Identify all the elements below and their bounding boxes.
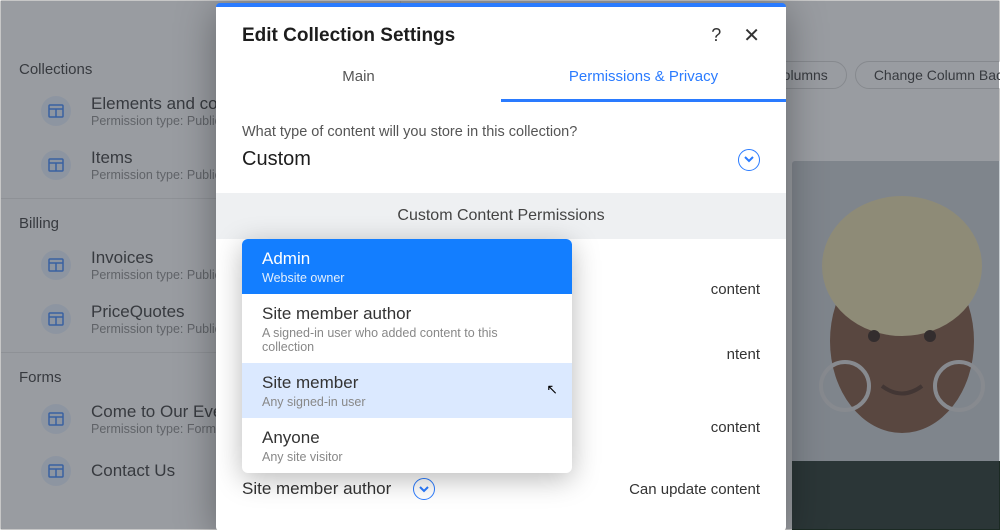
- chevron-down-icon: [744, 156, 754, 163]
- tab-main[interactable]: Main: [216, 56, 501, 102]
- option-sublabel: Any site visitor: [262, 450, 552, 464]
- option-label: Site member author: [262, 304, 552, 324]
- permission-role-label: Site member author: [242, 479, 391, 499]
- option-label: Site member: [262, 373, 552, 393]
- modal-close-icon[interactable]: ✕: [743, 23, 760, 48]
- dropdown-option-site-member-author[interactable]: Site member author A signed-in user who …: [242, 294, 572, 363]
- permission-action: content: [711, 419, 760, 436]
- custom-permissions-heading: Custom Content Permissions: [216, 193, 786, 239]
- option-label: Anyone: [262, 428, 552, 448]
- content-type-value: Custom: [242, 148, 311, 171]
- dropdown-option-anyone[interactable]: Anyone Any site visitor: [242, 418, 572, 473]
- tab-permissions-privacy[interactable]: Permissions & Privacy: [501, 56, 786, 102]
- modal-tabs: Main Permissions & Privacy: [216, 56, 786, 102]
- chevron-down-icon: [419, 486, 429, 493]
- cursor-icon: ↖: [546, 381, 558, 398]
- modal-help-icon[interactable]: ?: [711, 25, 721, 46]
- permission-action: content: [711, 281, 760, 298]
- option-sublabel: Website owner: [262, 271, 552, 285]
- option-label: Admin: [262, 249, 552, 269]
- permission-action: Can update content: [629, 481, 760, 498]
- option-sublabel: A signed-in user who added content to th…: [262, 326, 552, 354]
- role-dropdown[interactable]: Admin Website owner Site member author A…: [242, 239, 572, 473]
- edit-collection-settings-modal: Edit Collection Settings ? ✕ Main Permis…: [216, 3, 786, 530]
- permission-action: ntent: [727, 346, 760, 363]
- option-sublabel: Any signed-in user: [262, 395, 552, 409]
- dropdown-option-site-member[interactable]: Site member Any signed-in user ↖: [242, 363, 572, 418]
- content-type-dropdown-toggle[interactable]: [738, 149, 760, 171]
- dropdown-option-admin[interactable]: Admin Website owner: [242, 239, 572, 294]
- modal-title: Edit Collection Settings: [242, 25, 455, 47]
- role-dropdown-toggle[interactable]: [413, 478, 435, 500]
- content-type-question: What type of content will you store in t…: [242, 124, 760, 140]
